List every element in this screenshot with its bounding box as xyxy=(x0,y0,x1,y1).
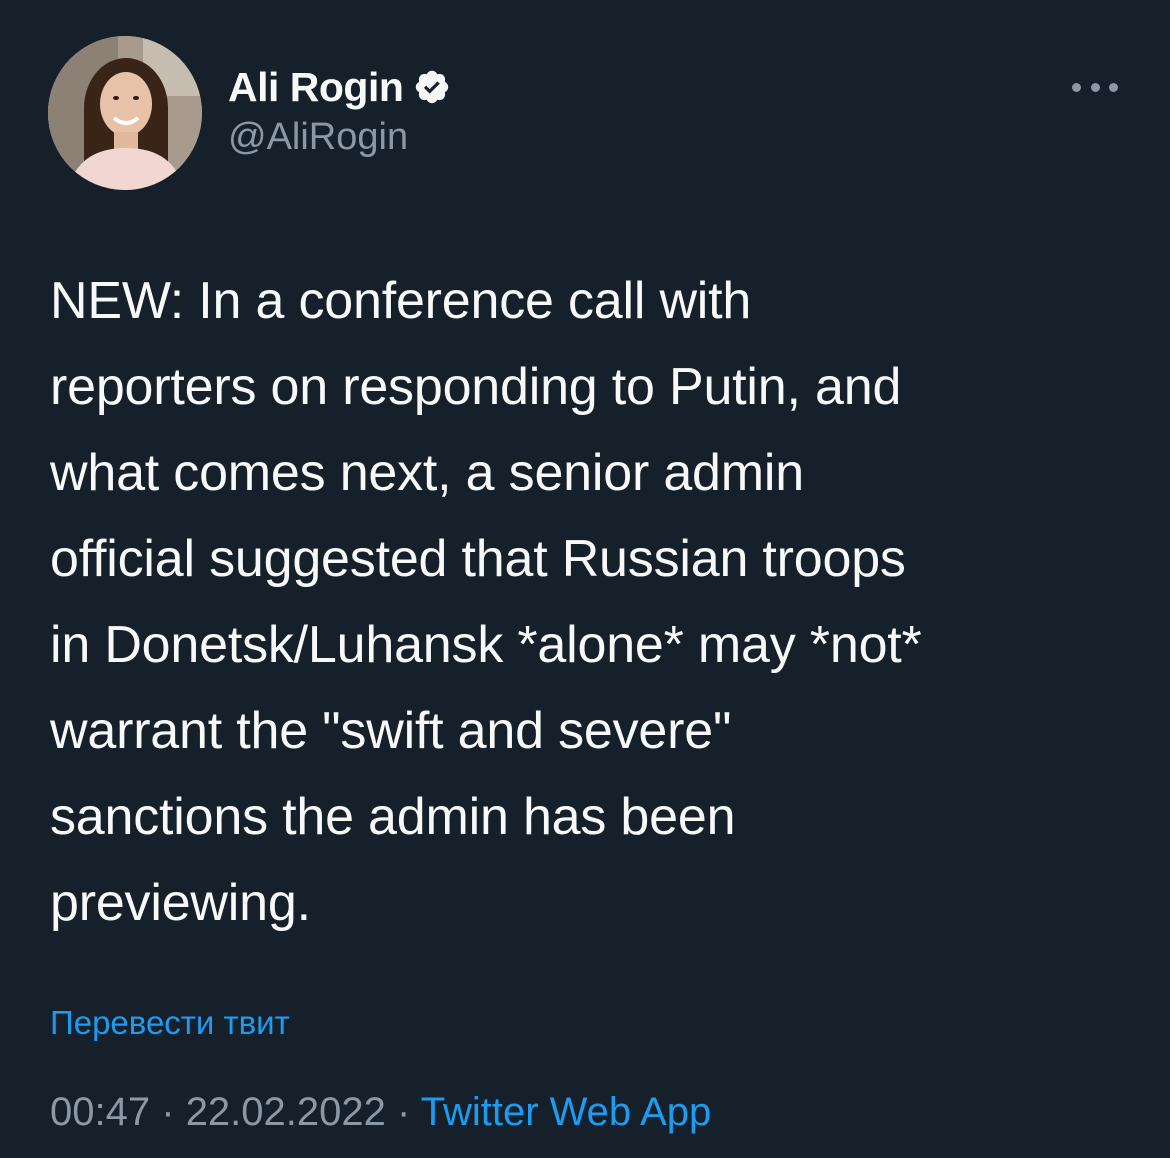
verified-badge-icon xyxy=(416,70,449,104)
more-options-icon[interactable] xyxy=(1072,72,1118,102)
tweet-date[interactable]: 22.02.2022 xyxy=(186,1090,386,1134)
more-dot xyxy=(1072,82,1081,92)
meta-separator: · xyxy=(397,1090,411,1134)
author-name-row: Ali Rogin xyxy=(228,62,451,112)
more-dot xyxy=(1090,82,1100,92)
tweet-meta: 00:47 · 22.02.2022 · Twitter Web App xyxy=(50,1090,711,1135)
avatar[interactable] xyxy=(48,36,202,190)
meta-separator: · xyxy=(161,1090,175,1134)
avatar-image xyxy=(48,36,202,190)
author-info: Ali Rogin @AliRogin xyxy=(228,62,451,159)
tweet: Ali Rogin @AliRogin NEW: In a conference… xyxy=(0,0,1170,1158)
tweet-source-link[interactable]: Twitter Web App xyxy=(421,1090,712,1134)
more-dot xyxy=(1109,82,1118,92)
translate-tweet-link[interactable]: Перевести твит xyxy=(50,1004,290,1042)
author-display-name[interactable]: Ali Rogin xyxy=(228,64,404,111)
author-handle[interactable]: @AliRogin xyxy=(228,116,451,159)
tweet-text: NEW: In a conference call with reporters… xyxy=(50,272,922,932)
tweet-time[interactable]: 00:47 xyxy=(50,1090,150,1134)
